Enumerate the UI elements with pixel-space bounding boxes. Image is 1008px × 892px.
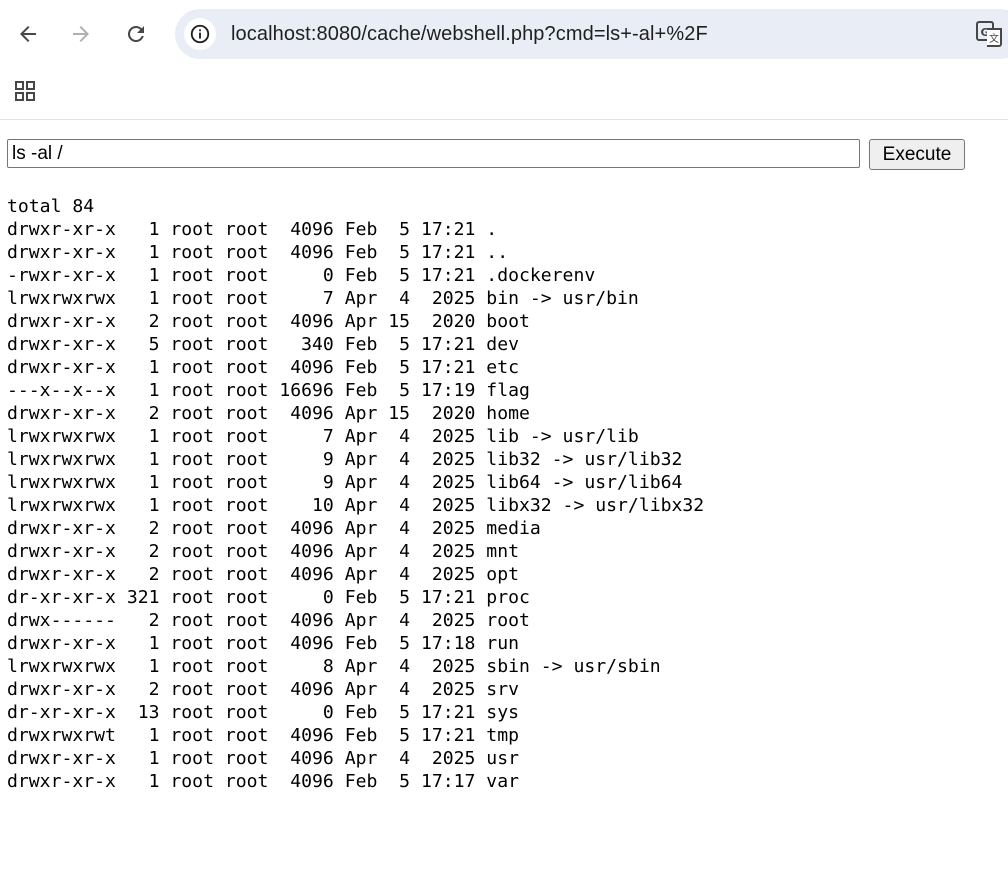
output-listing-row: dr-xr-xr-x 13 root root 0 Feb 5 17:21 sy… [7, 702, 519, 723]
back-arrow-icon [20, 26, 36, 42]
output-listing-row: -rwxr-xr-x 1 root root 0 Feb 5 17:21 .do… [7, 265, 596, 286]
output-listing-row: drwxr-xr-x 5 root root 340 Feb 5 17:21 d… [7, 334, 519, 355]
bookmarks-bar [0, 68, 1008, 120]
output-listing-row: drwxr-xr-x 1 root root 4096 Feb 5 17:17 … [7, 771, 519, 792]
output-listing-row: lrwxrwxrwx 1 root root 10 Apr 4 2025 lib… [7, 495, 705, 516]
page-content: Execute total 84drwxr-xr-x 1 root root 4… [0, 120, 1008, 892]
apps-button[interactable] [11, 77, 39, 105]
reload-icon [127, 25, 144, 42]
url-text[interactable]: localhost:8080/cache/webshell.php?cmd=ls… [231, 21, 708, 47]
output-listing-row: drwxr-xr-x 1 root root 4096 Apr 4 2025 u… [7, 748, 519, 769]
output-listing-row: drwxr-xr-x 2 root root 4096 Apr 15 2020 … [7, 311, 530, 332]
execute-button[interactable]: Execute [869, 139, 965, 170]
forward-arrow-icon [73, 26, 89, 42]
output-listing-row: drwxr-xr-x 2 root root 4096 Apr 15 2020 … [7, 403, 530, 424]
output-listing-row: lrwxrwxrwx 1 root root 7 Apr 4 2025 bin … [7, 288, 639, 309]
forward-button[interactable] [61, 14, 101, 54]
translate-icon: G 文 [976, 21, 1002, 47]
back-button[interactable] [8, 14, 48, 54]
command-output: total 84 drwxr-xr-x 1 root root 4096 Feb … [7, 195, 704, 793]
output-listing-row: drwxr-xr-x 1 root root 4096 Feb 5 17:21 … [7, 219, 498, 240]
reload-button[interactable] [116, 14, 156, 54]
output-listing-row: lrwxrwxrwx 1 root root 9 Apr 4 2025 lib6… [7, 472, 683, 493]
output-listing-row: drwx------ 2 root root 4096 Apr 4 2025 r… [7, 610, 530, 631]
output-listing-row: drwxr-xr-x 2 root root 4096 Apr 4 2025 o… [7, 564, 519, 585]
browser-toolbar: localhost:8080/cache/webshell.php?cmd=ls… [0, 0, 1008, 68]
output-listing-row: lrwxrwxrwx 1 root root 9 Apr 4 2025 lib3… [7, 449, 683, 470]
output-listing-row: drwxr-xr-x 1 root root 4096 Feb 5 17:21 … [7, 242, 509, 263]
address-bar[interactable]: localhost:8080/cache/webshell.php?cmd=ls… [175, 9, 1008, 59]
info-icon [190, 24, 210, 44]
output-listing-row: drwxr-xr-x 2 root root 4096 Apr 4 2025 m… [7, 541, 519, 562]
output-listing-row: drwxr-xr-x 1 root root 4096 Feb 5 17:18 … [7, 633, 519, 654]
output-listing-row: drwxr-xr-x 2 root root 4096 Apr 4 2025 s… [7, 679, 519, 700]
output-listing-row: drwxrwxrwt 1 root root 4096 Feb 5 17:21 … [7, 725, 519, 746]
output-listing-row: drwxr-xr-x 1 root root 4096 Feb 5 17:21 … [7, 357, 519, 378]
command-input[interactable] [7, 139, 860, 168]
translate-button[interactable]: G 文 [975, 20, 1003, 48]
site-info-button[interactable] [184, 18, 216, 50]
output-listing-row: drwxr-xr-x 2 root root 4096 Apr 4 2025 m… [7, 518, 541, 539]
svg-text:文: 文 [989, 32, 999, 45]
output-listing-row: lrwxrwxrwx 1 root root 7 Apr 4 2025 lib … [7, 426, 639, 447]
output-listing-row: ---x--x--x 1 root root 16696 Feb 5 17:19… [7, 380, 530, 401]
url-path: :8080/cache/webshell.php?cmd=ls+-al+%2F [310, 23, 708, 45]
output-listing-row: lrwxrwxrwx 1 root root 8 Apr 4 2025 sbin… [7, 656, 661, 677]
url-host: localhost [231, 23, 311, 45]
apps-grid-icon [15, 81, 35, 101]
output-total-line: total 84 [7, 196, 95, 217]
output-listing-row: dr-xr-xr-x 321 root root 0 Feb 5 17:21 p… [7, 587, 530, 608]
